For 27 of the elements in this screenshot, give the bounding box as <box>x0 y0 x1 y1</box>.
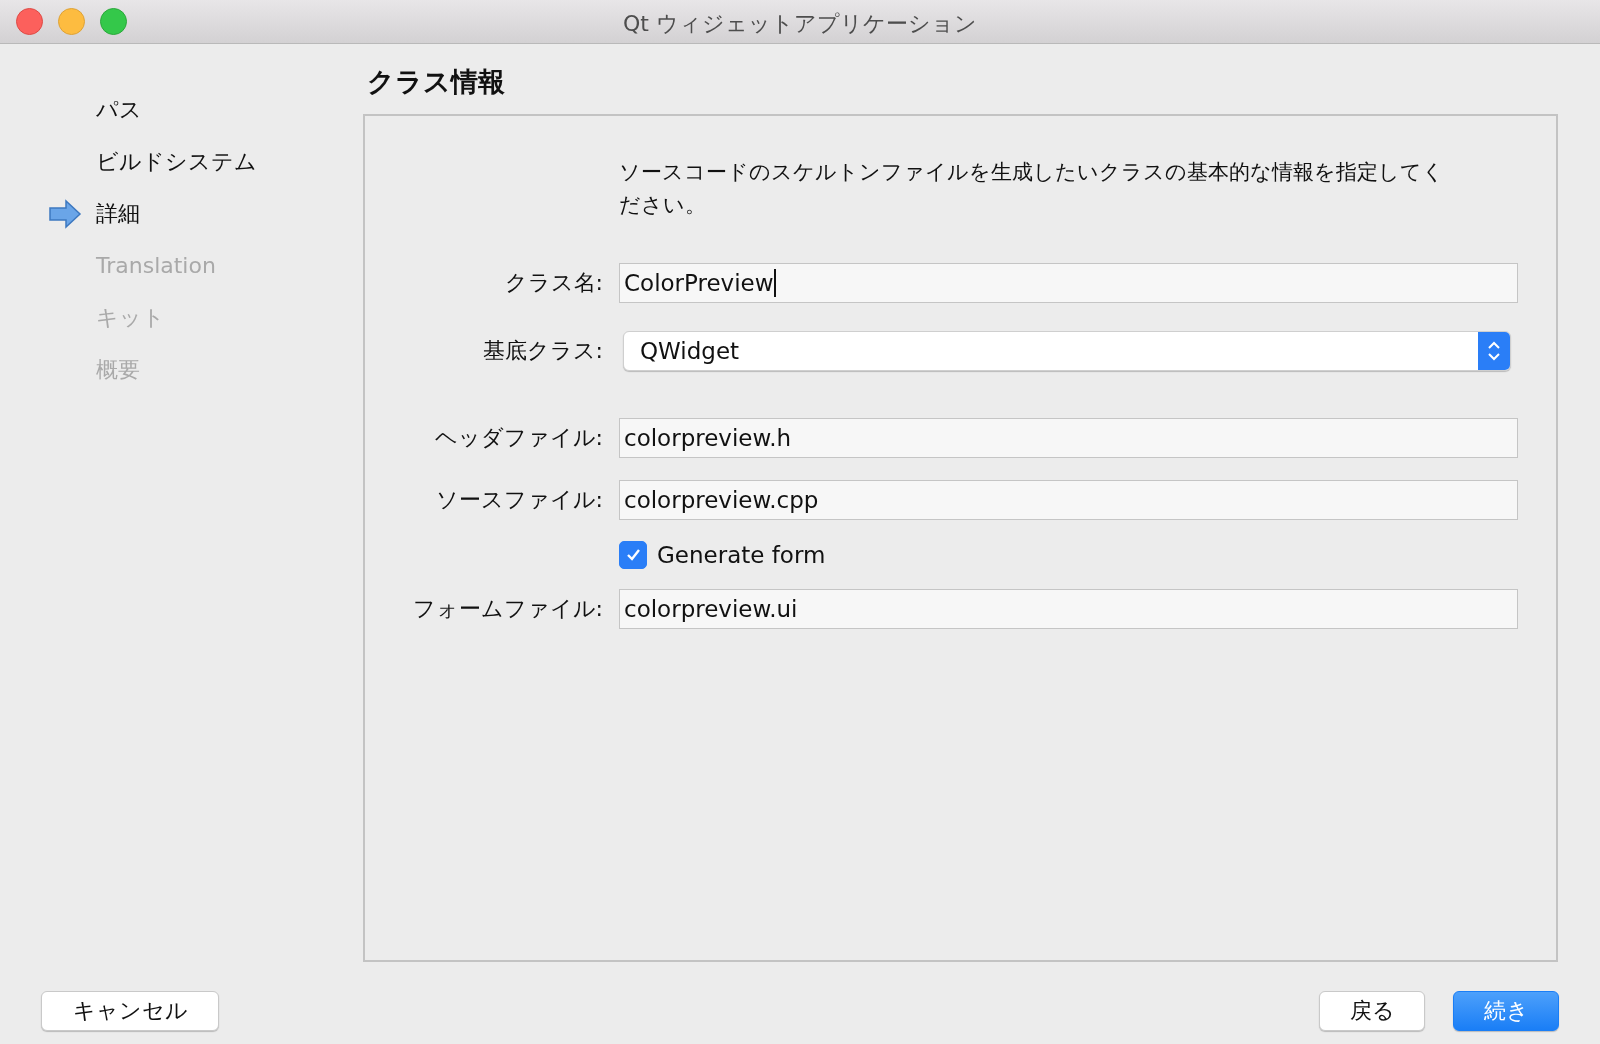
field-label: フォームファイル: <box>412 595 603 623</box>
field-label: 基底クラス: <box>482 337 603 365</box>
description-text: ソースコードのスケルトンファイルを生成したいクラスの基本的な情報を指定してください。 <box>619 159 1445 219</box>
sidebar-item: 詳細 <box>96 199 140 228</box>
text-field[interactable]: colorpreview.ui <box>619 589 1518 629</box>
text-field[interactable]: ColorPreview <box>619 263 1518 303</box>
minimize-button[interactable] <box>58 8 85 35</box>
checkbox[interactable] <box>619 540 647 569</box>
sidebar-item: パス <box>96 95 142 124</box>
text-field[interactable]: colorpreview.h <box>619 418 1518 458</box>
checkbox-label: Generate form <box>657 541 826 568</box>
updown-icon <box>1478 332 1510 370</box>
field-label: ヘッダファイル: <box>434 424 603 452</box>
window-title: Qt ウィジェットアプリケーション <box>623 10 977 38</box>
back-button[interactable]: 戻る <box>1319 991 1425 1031</box>
dropdown[interactable]: QWidget <box>623 331 1511 371</box>
cancel-button[interactable]: キャンセル <box>41 991 219 1031</box>
sidebar-item: Translation <box>96 253 216 278</box>
sidebar-item: キット <box>96 303 165 332</box>
field-label: ソースファイル: <box>435 486 603 514</box>
sidebar-item: 概要 <box>96 355 140 384</box>
zoom-button[interactable] <box>100 8 127 35</box>
field-label: クラス名: <box>504 269 603 297</box>
sidebar-item: ビルドシステム <box>96 147 257 176</box>
page-title: クラス情報 <box>367 65 506 99</box>
text-field[interactable]: colorpreview.cpp <box>619 480 1518 520</box>
close-button[interactable] <box>16 8 43 35</box>
